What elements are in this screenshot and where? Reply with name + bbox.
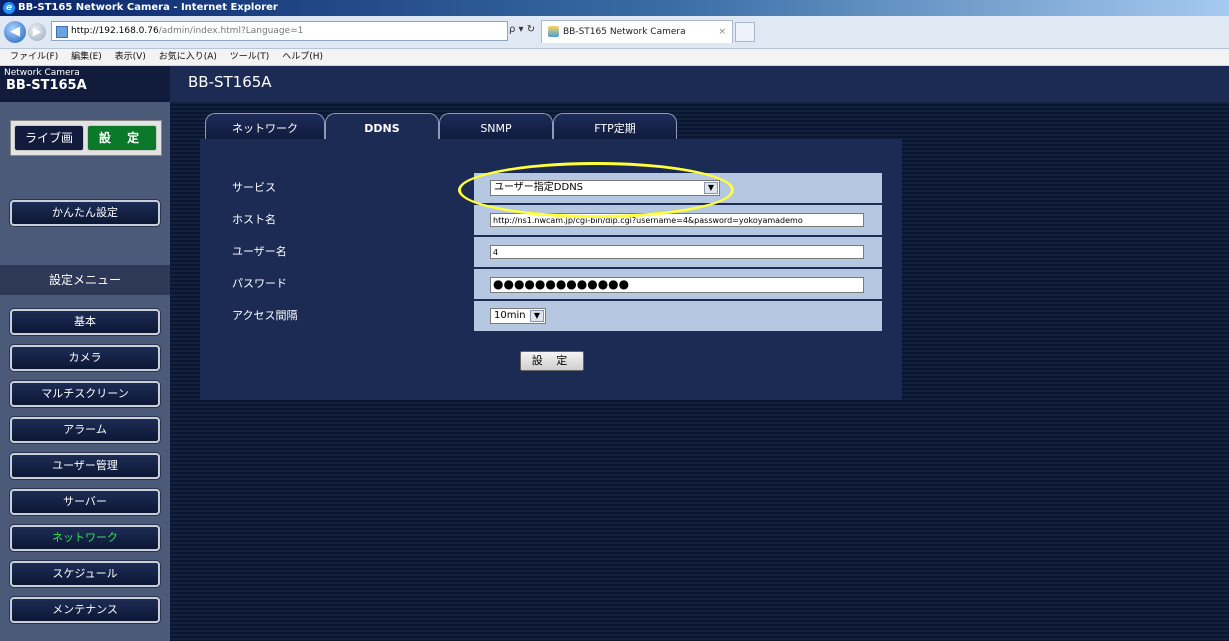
host-label: ホスト名 bbox=[222, 205, 472, 235]
tab-close-icon[interactable]: × bbox=[718, 21, 726, 43]
url-host: http://192.168.0.76 bbox=[71, 26, 159, 36]
user-name-input[interactable]: 4 bbox=[490, 245, 864, 259]
sidebar-item-multiscreen[interactable]: マルチスクリーン bbox=[10, 381, 160, 407]
window-title: BB-ST165 Network Camera - Internet Explo… bbox=[18, 2, 278, 13]
password-row: パスワード ●●●●●●●●●●●●● bbox=[222, 269, 882, 299]
password-label: パスワード bbox=[222, 269, 472, 299]
easy-setup-button[interactable]: かんたん設定 bbox=[10, 200, 160, 226]
window-title-bar: e BB-ST165 Network Camera - Internet Expl… bbox=[0, 0, 1229, 16]
url-input[interactable]: http://192.168.0.76/admin/index.html?Lan… bbox=[51, 21, 508, 41]
internet-explorer-icon: e bbox=[3, 2, 15, 14]
interval-value-cell: 10min ▼ bbox=[474, 301, 882, 331]
brand-subtitle: Network Camera bbox=[4, 68, 80, 78]
user-value-cell: 4 bbox=[474, 237, 882, 267]
forward-arrow-icon[interactable]: ▶ bbox=[28, 23, 46, 41]
sidebar-item-camera[interactable]: カメラ bbox=[10, 345, 160, 371]
user-row: ユーザー名 4 bbox=[222, 237, 882, 267]
mode-switch: ライブ画 設 定 bbox=[10, 120, 162, 156]
sidebar-item-alarm[interactable]: アラーム bbox=[10, 417, 160, 443]
menu-help[interactable]: ヘルプ(H) bbox=[282, 49, 323, 65]
app-header: Network Camera BB-ST165A BB-ST165A bbox=[0, 66, 1229, 102]
service-label: サービス bbox=[222, 173, 472, 203]
page-icon bbox=[56, 26, 68, 38]
chevron-down-icon[interactable]: ▼ bbox=[530, 310, 544, 322]
interval-label: アクセス間隔 bbox=[222, 301, 472, 331]
address-tools[interactable]: ρ ▾ ↻ bbox=[509, 21, 538, 39]
sidebar-item-schedule[interactable]: スケジュール bbox=[10, 561, 160, 587]
interval-row: アクセス間隔 10min ▼ bbox=[222, 301, 882, 331]
menu-bar: ファイル(F) 編集(E) 表示(V) お気に入り(A) ツール(T) ヘルプ(… bbox=[0, 49, 1229, 66]
search-refresh-icons[interactable]: ρ ▾ ↻ bbox=[509, 21, 535, 39]
interval-selected-value: 10min bbox=[494, 310, 526, 321]
tab-title: BB-ST165 Network Camera bbox=[563, 27, 686, 37]
menu-view[interactable]: 表示(V) bbox=[115, 49, 146, 65]
menu-file[interactable]: ファイル(F) bbox=[10, 49, 58, 65]
url-path: /admin/index.html?Language=1 bbox=[158, 26, 304, 36]
password-value-cell: ●●●●●●●●●●●●● bbox=[474, 269, 882, 299]
sidebar-item-user-management[interactable]: ユーザー管理 bbox=[10, 453, 160, 479]
access-interval-select[interactable]: 10min ▼ bbox=[490, 308, 546, 324]
sidebar-item-server[interactable]: サーバー bbox=[10, 489, 160, 515]
setup-menu-heading: 設定メニュー bbox=[0, 265, 170, 295]
tab-favicon-icon bbox=[548, 26, 559, 37]
sidebar-item-basic[interactable]: 基本 bbox=[10, 309, 160, 335]
brand-block: Network Camera BB-ST165A bbox=[0, 66, 170, 102]
setup-button[interactable]: 設 定 bbox=[87, 125, 157, 151]
sidebar-item-network[interactable]: ネットワーク bbox=[10, 525, 160, 551]
sidebar-item-maintenance[interactable]: メンテナンス bbox=[10, 597, 160, 623]
annotation-highlight-circle bbox=[458, 162, 734, 218]
menu-tools[interactable]: ツール(T) bbox=[230, 49, 270, 65]
sidebar: ライブ画 設 定 かんたん設定 設定メニュー 基本 カメラ マルチスクリーン ア… bbox=[0, 102, 170, 641]
live-view-button[interactable]: ライブ画 bbox=[14, 125, 84, 151]
page-title: BB-ST165A bbox=[188, 73, 272, 91]
menu-favorites[interactable]: お気に入り(A) bbox=[159, 49, 217, 65]
browser-tab[interactable]: BB-ST165 Network Camera × bbox=[541, 20, 733, 43]
new-tab-button[interactable] bbox=[735, 22, 755, 42]
brand-model: BB-ST165A bbox=[6, 78, 87, 93]
menu-edit[interactable]: 編集(E) bbox=[71, 49, 102, 65]
address-bar-area: ◀ ▶ http://192.168.0.76/admin/index.html… bbox=[0, 16, 1229, 49]
user-label: ユーザー名 bbox=[222, 237, 472, 267]
submit-settings-button[interactable]: 設 定 bbox=[520, 351, 584, 371]
camera-app: Network Camera BB-ST165A BB-ST165A ライブ画 … bbox=[0, 66, 1229, 641]
password-input[interactable]: ●●●●●●●●●●●●● bbox=[490, 277, 864, 293]
back-arrow-icon[interactable]: ◀ bbox=[4, 21, 26, 43]
